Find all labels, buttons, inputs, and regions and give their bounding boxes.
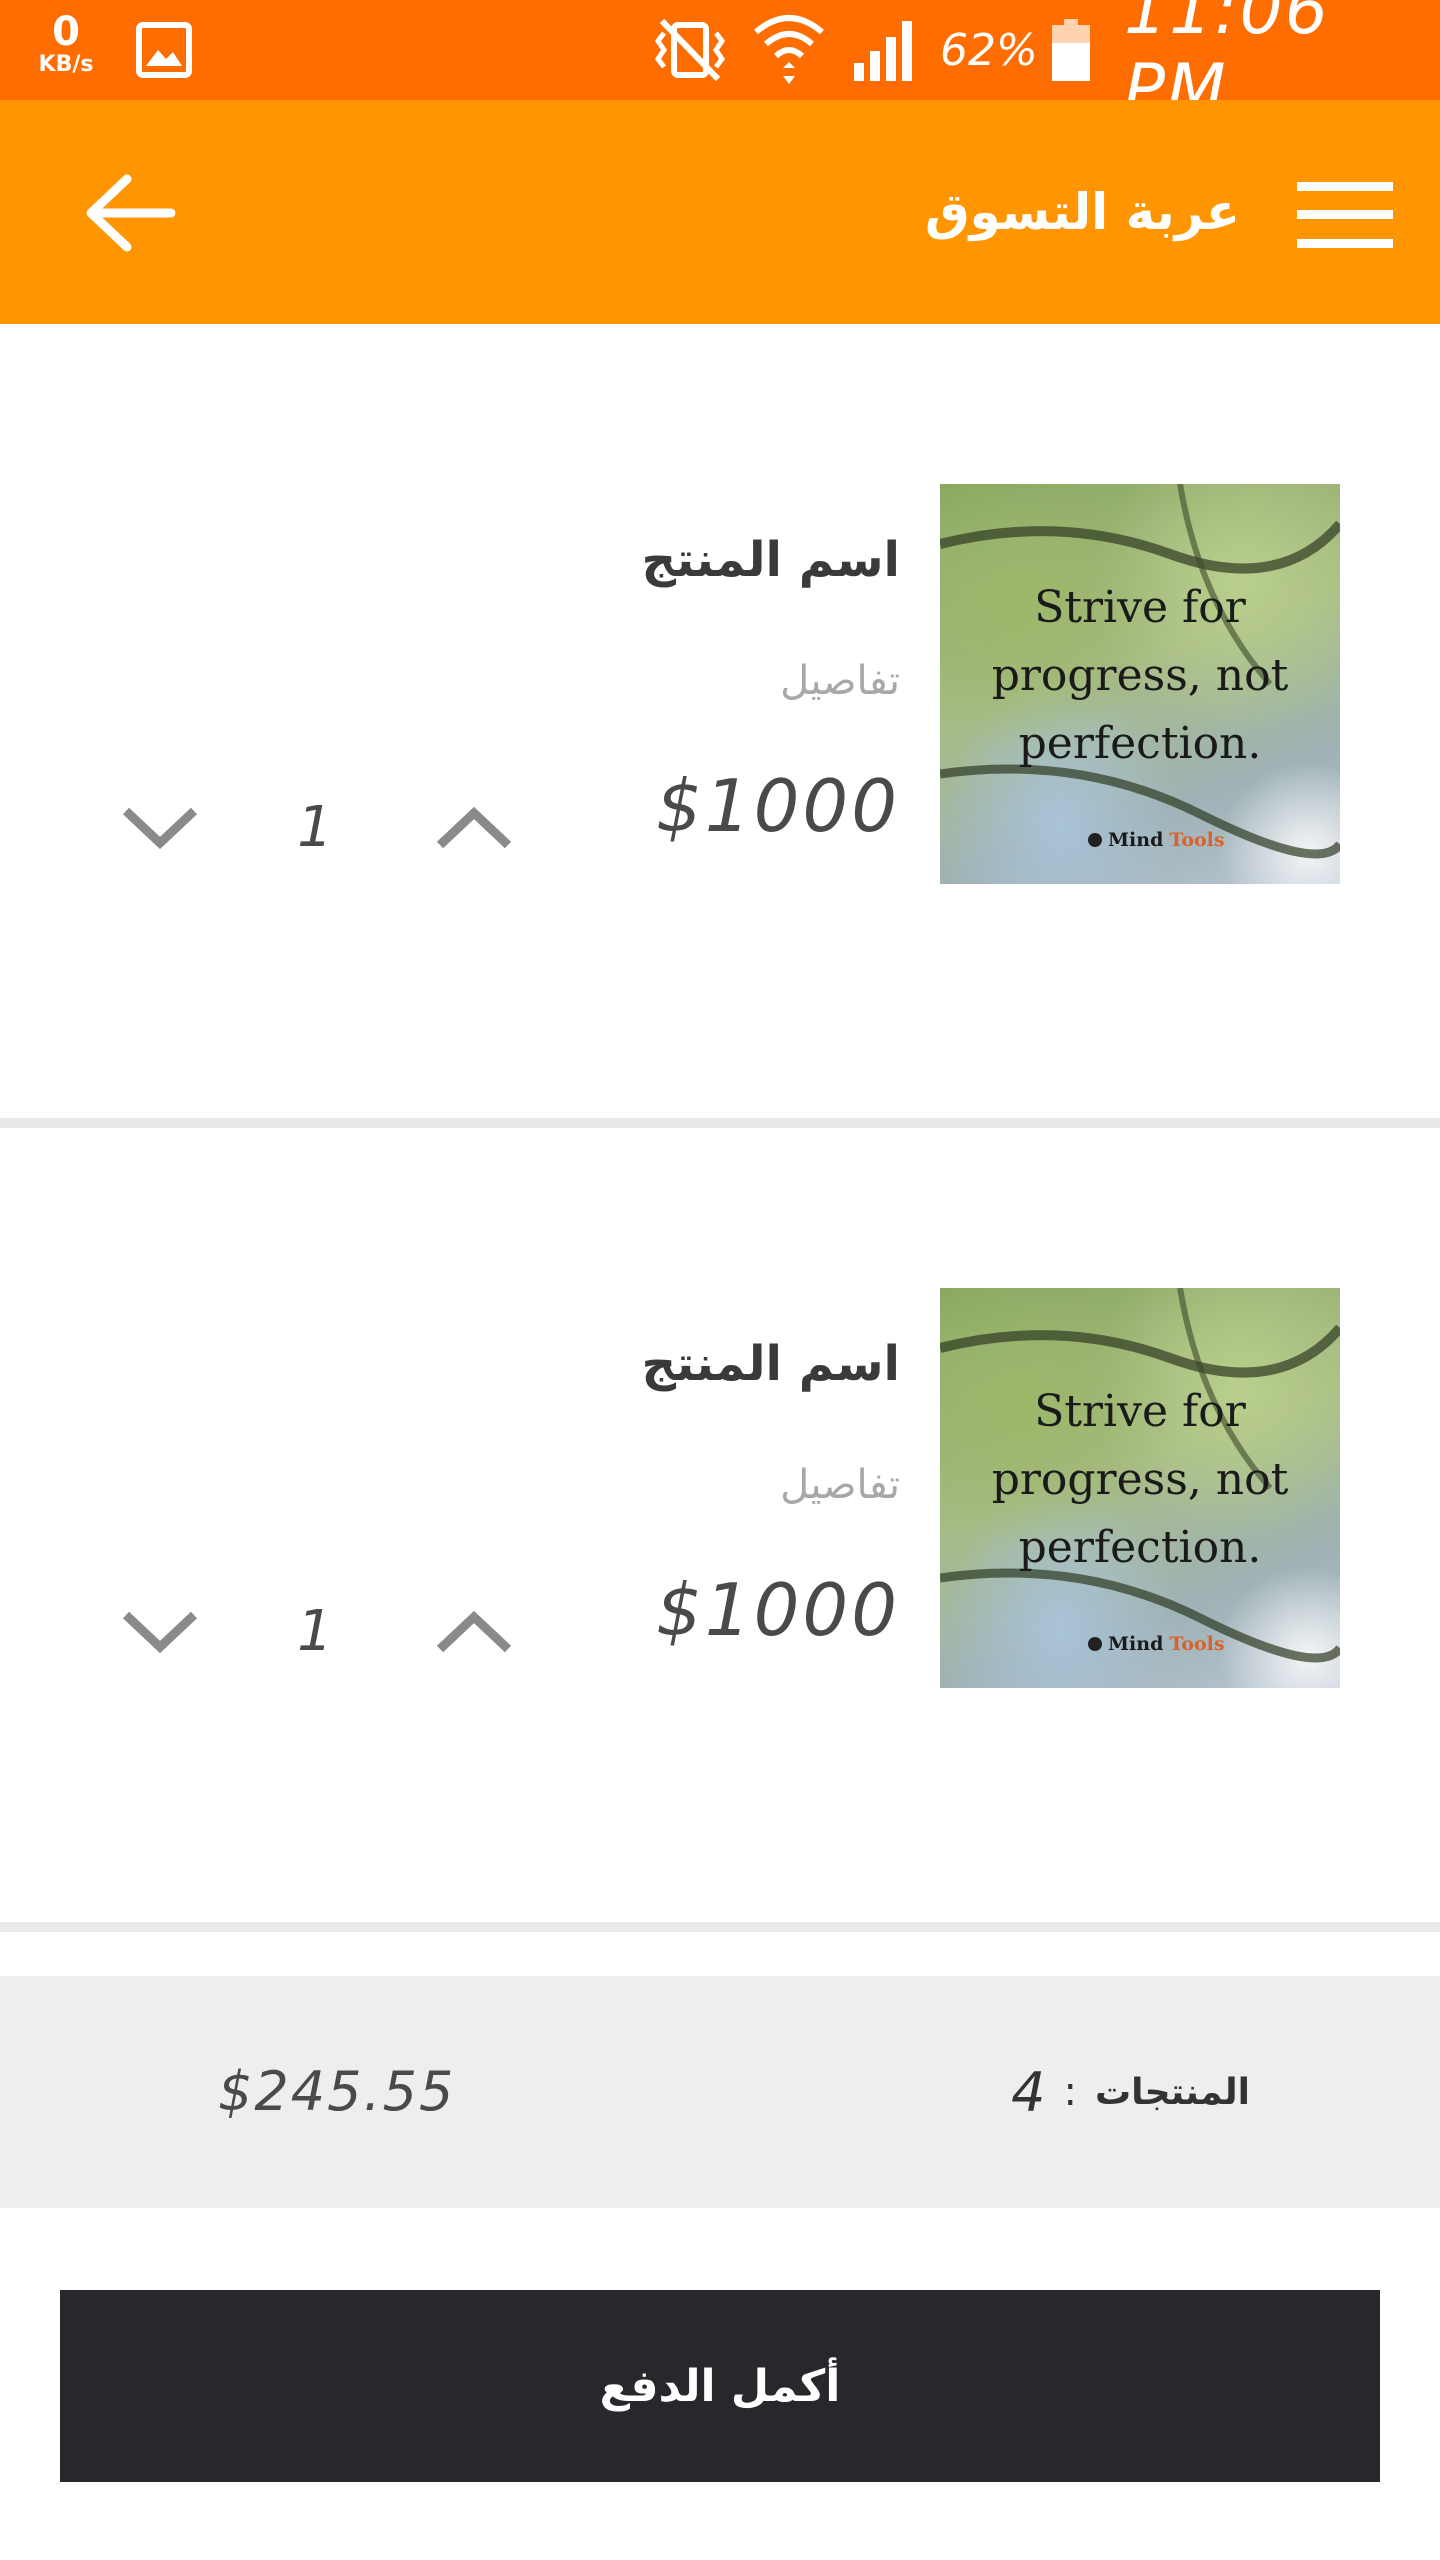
product-details: تفاصيل [780,1462,900,1508]
battery-percent: 62% [940,24,1038,76]
signal-icon [852,0,922,100]
product-image: Strive for progress, not perfection. Min… [940,1288,1340,1688]
image-quote: Strive for progress, not perfection. [991,1386,1289,1573]
image-quote: Strive for progress, not perfection. [991,582,1289,769]
cart-item: Strive for progress, not perfection. Min… [0,324,1440,1128]
status-bar: 0 KB/s 62% 11:06 PM [0,0,1440,129]
vibrate-mute-icon [644,0,736,100]
chevron-down-icon [122,807,198,850]
chevron-up-icon [436,1610,512,1653]
divider [0,1922,1440,1932]
clock: 11:06 PM [1124,0,1330,129]
products-count: 4 : المنتجات [1011,1976,1250,2208]
hamburger-menu-icon [1297,182,1393,248]
back-button[interactable] [74,166,184,260]
product-price: $1000 [655,764,900,848]
page-title: عربة التسوق [924,183,1240,241]
image-logo: Mind Tools [1088,829,1225,851]
product-name: اسم المنتج [641,1336,900,1392]
quantity-value: 1 [297,1599,333,1664]
gallery-icon [136,0,192,100]
network-speed-value: 0 [52,9,80,55]
battery-icon [1050,0,1092,100]
chevron-up-icon [436,806,512,849]
quantity-decrease-button[interactable] [110,788,210,868]
checkout-button[interactable]: أكمل الدفع [60,2290,1380,2482]
quantity-decrease-button[interactable] [110,1592,210,1672]
products-count-separator: : [1063,2069,1077,2115]
app-bar: عربة التسوق [0,100,1440,324]
product-price: $1000 [655,1568,900,1652]
cart-summary: 4 : المنتجات $245.55 [0,1976,1440,2208]
network-speed: 0 KB/s [30,12,102,76]
quantity-value: 1 [297,795,333,860]
product-details: تفاصيل [780,658,900,704]
chevron-down-icon [122,1611,198,1654]
image-logo: Mind Tools [1088,1633,1225,1655]
quantity-increase-button[interactable] [424,1592,524,1672]
arrow-left-icon [86,174,176,252]
cart-total: $245.55 [218,2060,456,2123]
cart-item: Strive for progress, not perfection. Min… [0,1128,1440,1932]
products-count-label: المنتجات [1094,2071,1250,2113]
product-image: Strive for progress, not perfection. Min… [940,484,1340,884]
network-speed-unit: KB/s [38,52,94,77]
quantity-increase-button[interactable] [424,788,524,868]
divider [0,1118,1440,1128]
menu-button[interactable] [1290,172,1400,258]
products-count-value: 4 [1011,2060,1046,2124]
wifi-icon [752,0,826,100]
product-name: اسم المنتج [641,532,900,588]
